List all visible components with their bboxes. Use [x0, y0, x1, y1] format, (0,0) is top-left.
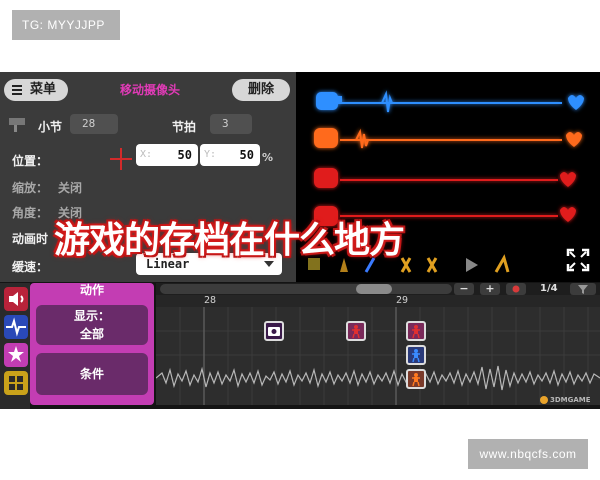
figure-icon	[412, 325, 420, 339]
tg-watermark-tag: TG: MYYJJPP	[12, 10, 120, 40]
event-type-tabs	[0, 283, 30, 409]
display-filter-value: 全部	[79, 327, 104, 341]
beat-number-28: 28	[204, 295, 217, 306]
action-event-block[interactable]	[346, 321, 366, 341]
x-position-field[interactable]: X: 50	[136, 144, 198, 166]
position-label: 位置：	[12, 154, 49, 168]
red-monster-icon	[314, 168, 338, 188]
row-red-1	[314, 168, 576, 188]
event-title: 移动摄像头	[119, 83, 180, 97]
timeline: − + 1/4 28 29	[156, 283, 600, 405]
ease-label: 缓速：	[12, 260, 49, 274]
filter-icon	[578, 285, 588, 294]
display-filter-label: 显示：	[73, 309, 110, 323]
figure-icon	[352, 325, 360, 339]
url-watermark-tag: www.nbqcfs.com	[468, 439, 588, 469]
tab-decorations[interactable]	[4, 371, 28, 395]
percent-sign: %	[262, 151, 274, 164]
filter-button[interactable]	[570, 283, 596, 295]
zoom-in-button[interactable]: +	[480, 283, 500, 295]
3dm-watermark: 3DMGAME	[540, 394, 600, 406]
actions-panel-title: 动作	[79, 283, 104, 297]
speaker-icon	[9, 292, 24, 306]
delete-button[interactable]: 删除	[232, 79, 290, 101]
row-orange	[314, 128, 582, 149]
record-button[interactable]	[506, 283, 526, 295]
audio-waveform	[156, 365, 600, 391]
beat-label: 节拍	[172, 120, 197, 134]
action-event-block[interactable]	[406, 369, 426, 389]
crosshair-icon[interactable]	[110, 148, 132, 170]
zoom-label: 缩放：	[12, 181, 49, 195]
menu-button-label: 菜单	[30, 82, 57, 97]
red-heart-icon	[560, 172, 576, 187]
orange-monster-icon	[314, 128, 338, 148]
blue-heart-icon	[568, 95, 584, 110]
display-filter-button[interactable]: 显示： 全部	[36, 305, 148, 345]
menu-button[interactable]: 菜单	[4, 79, 68, 101]
beat-ruler: 28 29	[156, 295, 600, 307]
y-key: Y:	[204, 149, 217, 160]
figure-icon	[412, 349, 420, 363]
tab-sound[interactable]	[4, 287, 28, 311]
conditions-button[interactable]: 条件	[36, 353, 148, 395]
star-burst-icon	[8, 346, 24, 362]
timeline-toolbar: − + 1/4	[156, 283, 600, 295]
tab-actions[interactable]	[4, 343, 28, 367]
beat-field[interactable]: 3	[210, 114, 252, 134]
y-value: 50	[239, 148, 254, 162]
anim-duration-label: 动画时	[12, 232, 49, 246]
red-heart-icon	[560, 207, 576, 222]
zoom-toggle[interactable]: 关闭	[58, 179, 82, 196]
zoom-out-button[interactable]: −	[454, 283, 474, 295]
page-indicator: 1/4	[540, 283, 558, 294]
action-event-block[interactable]	[406, 321, 426, 341]
timeline-scroll-thumb[interactable]	[356, 284, 392, 294]
bar-label: 小节	[38, 120, 63, 134]
watermark-text: 3DMGAME	[550, 396, 591, 404]
row-blue	[316, 90, 584, 113]
figure-icon	[412, 373, 420, 387]
action-event-block[interactable]	[406, 345, 426, 365]
bug-icon	[512, 285, 520, 293]
overlay-title: 游戏的存档在什么地方	[54, 220, 405, 261]
conditions-label: 条件	[79, 367, 104, 381]
camera-icon	[268, 327, 280, 336]
tab-rows[interactable]	[4, 315, 28, 339]
event-grid[interactable]	[156, 307, 600, 405]
grid-icon	[9, 376, 23, 390]
beat-number-29: 29	[396, 295, 409, 306]
camera-event-block[interactable]	[264, 321, 284, 341]
angle-label: 角度：	[12, 206, 49, 220]
heartbeat-icon	[6, 317, 26, 337]
timeline-scrollbar[interactable]	[160, 284, 452, 294]
fullscreen-icon[interactable]	[566, 248, 590, 272]
flag-icon	[9, 116, 27, 132]
x-key: X:	[140, 149, 153, 160]
hamburger-icon	[12, 85, 22, 95]
x-value: 50	[177, 148, 192, 162]
actions-panel: 动作 显示： 全部 条件	[30, 283, 154, 405]
orange-heart-icon	[566, 132, 582, 147]
y-position-field[interactable]: Y: 50	[200, 144, 260, 166]
bar-field[interactable]: 28	[70, 114, 118, 134]
